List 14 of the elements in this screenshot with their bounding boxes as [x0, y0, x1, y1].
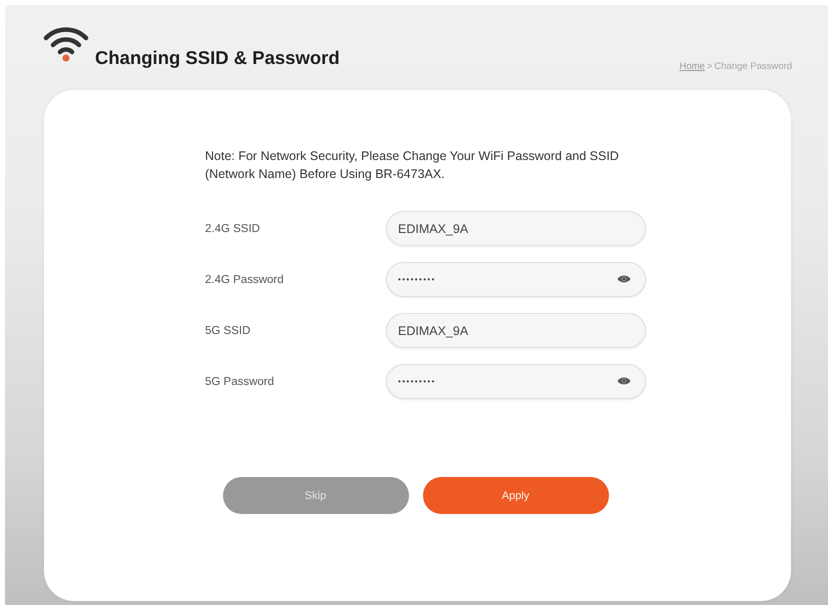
eye-icon[interactable] [617, 274, 631, 284]
note-text: Note: For Network Security, Please Change Your WiFi Password and SSID (Network Name) Before Using BR-6473AX. [205, 148, 620, 183]
field-label: 2.4G SSID [205, 222, 260, 234]
password-field[interactable]: ••••••••• [386, 262, 646, 297]
breadcrumb-separator: > [706, 61, 712, 73]
page-title: Changing SSID & Password [95, 47, 340, 69]
eye-icon[interactable] [617, 376, 631, 386]
ssid-field[interactable]: EDIMAX_9A [386, 211, 646, 246]
field-label: 2.4G Password [205, 274, 284, 286]
field-label: 5G Password [205, 376, 274, 388]
breadcrumb-current: Change Password [714, 61, 792, 73]
ssid-field[interactable]: EDIMAX_9A [386, 313, 646, 348]
field-label: 5G SSID [205, 324, 250, 336]
password-field[interactable]: ••••••••• [386, 364, 646, 399]
